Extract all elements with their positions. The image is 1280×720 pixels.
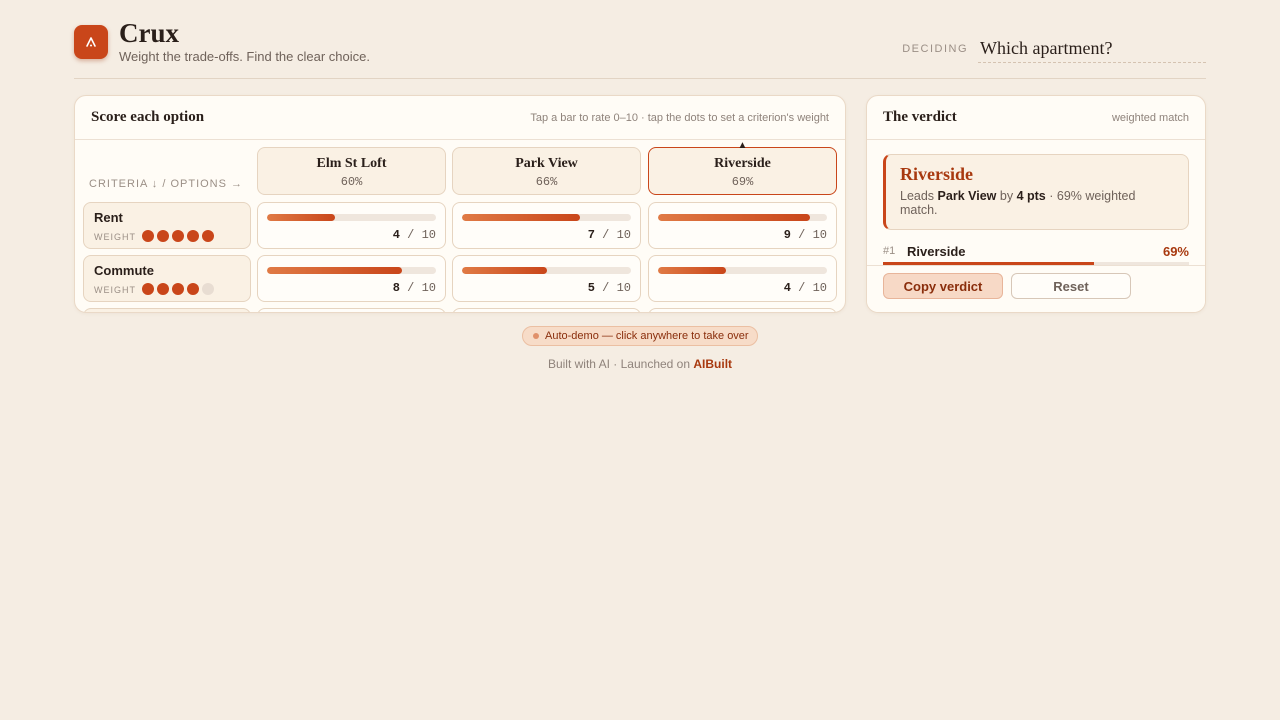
- criterion-name: Commute: [94, 263, 154, 278]
- verdict-panel-title: The verdict: [883, 109, 957, 125]
- weight-dot[interactable]: [157, 230, 169, 242]
- copy-verdict-button[interactable]: Copy verdict: [883, 273, 1003, 299]
- score-value: 4 / 10: [392, 228, 436, 242]
- score-bar-fill: [267, 214, 335, 221]
- score-panel: Score each option Tap a bar to rate 0–10…: [74, 95, 846, 313]
- auto-demo-text: Auto-demo — click anywhere to take over: [545, 330, 749, 342]
- score-panel-title: Score each option: [91, 109, 205, 125]
- score-bar-fill: [658, 214, 811, 221]
- option-name: Riverside: [714, 156, 771, 171]
- aibuilt-link[interactable]: AIBuilt: [693, 357, 732, 371]
- weight-dot[interactable]: [172, 283, 184, 295]
- rank-name: Riverside: [907, 244, 966, 259]
- option-header-park-view[interactable]: Park View 66%: [452, 147, 641, 195]
- score-bar[interactable]: [462, 214, 631, 221]
- app-title: Crux: [119, 18, 179, 48]
- score-bar-fill: [267, 267, 403, 274]
- weight-dot[interactable]: [142, 283, 154, 295]
- weight-dot[interactable]: [187, 283, 199, 295]
- option-name: Park View: [515, 156, 578, 171]
- score-cell-partial[interactable]: [452, 308, 641, 312]
- score-bar[interactable]: [658, 267, 827, 274]
- score-bar[interactable]: [462, 267, 631, 274]
- score-panel-header: Score each option Tap a bar to rate 0–10…: [75, 96, 845, 140]
- leader-marker-icon: ▲: [737, 140, 748, 151]
- score-value: 9 / 10: [783, 228, 827, 242]
- score-value: 8 / 10: [392, 281, 436, 295]
- axis-label: CRITERIA ↓ / OPTIONS →: [89, 178, 244, 190]
- verdict-panel-hint: weighted match: [1111, 112, 1189, 124]
- footer-text: Built with AI · Launched on: [547, 357, 691, 371]
- leader-margin: 4 pts: [1016, 189, 1046, 203]
- option-header-elm-st-loft[interactable]: Elm St Loft 60%: [257, 147, 446, 195]
- criterion-rent: Rent WEIGHT: [83, 202, 251, 249]
- option-pct: 60%: [340, 175, 363, 189]
- weight-dot[interactable]: [187, 230, 199, 242]
- score-value: 5 / 10: [587, 281, 631, 295]
- footer: Built with AI · Launched on AIBuilt: [0, 357, 1280, 371]
- score-bar[interactable]: [658, 214, 827, 221]
- weight-dots: [142, 283, 214, 295]
- rank-number: #1: [883, 245, 896, 257]
- runner-up-name: Park View: [937, 189, 997, 203]
- criterion-card-partial: [83, 308, 251, 312]
- score-cell[interactable]: 4 / 10: [257, 202, 446, 249]
- auto-demo-banner[interactable]: Auto-demo — click anywhere to take over: [522, 326, 758, 346]
- verdict-actions: Copy verdict Reset: [867, 265, 1205, 312]
- weight-dot[interactable]: [202, 230, 214, 242]
- question-input[interactable]: [978, 35, 1206, 63]
- score-bar-fill: [658, 267, 726, 274]
- weight-label: WEIGHT: [94, 232, 136, 242]
- score-value: 7 / 10: [587, 228, 631, 242]
- reset-button[interactable]: Reset: [1011, 273, 1131, 299]
- leader-description: Leads Park View by 4 pts · 69% weighted …: [900, 189, 1170, 217]
- option-pct: 69%: [731, 175, 754, 189]
- weight-dot[interactable]: [202, 283, 214, 295]
- option-name: Elm St Loft: [316, 156, 387, 171]
- app-tagline: Weight the trade-offs. Find the clear ch…: [119, 49, 370, 64]
- score-cell-partial[interactable]: [648, 308, 837, 312]
- option-header-riverside[interactable]: ▲ Riverside 69%: [648, 141, 837, 195]
- score-cell[interactable]: 7 / 10: [452, 202, 641, 249]
- leader-card: Riverside Leads Park View by 4 pts · 69%…: [883, 154, 1189, 230]
- score-bar-fill: [462, 267, 547, 274]
- score-bar[interactable]: [267, 267, 436, 274]
- rank-pct: 69%: [1162, 244, 1189, 259]
- weight-dots: [142, 230, 214, 242]
- weight-dot[interactable]: [157, 283, 169, 295]
- score-value: 4 / 10: [783, 281, 827, 295]
- score-bar[interactable]: [267, 214, 436, 221]
- criterion-commute: Commute WEIGHT: [83, 255, 251, 302]
- verdict-panel: The verdict weighted match Riverside Lea…: [866, 95, 1206, 313]
- score-cell[interactable]: 9 / 10: [648, 202, 837, 249]
- score-panel-hint: Tap a bar to rate 0–10 · tap the dots to…: [530, 112, 829, 124]
- weight-label: WEIGHT: [94, 285, 136, 295]
- status-dot-icon: [533, 333, 539, 339]
- leader-desc-by: by: [999, 189, 1014, 203]
- weight-dot[interactable]: [142, 230, 154, 242]
- score-cell-partial[interactable]: [257, 308, 446, 312]
- criterion-name: Rent: [94, 210, 123, 225]
- score-cell[interactable]: 5 / 10: [452, 255, 641, 302]
- leader-desc-prefix: Leads: [900, 189, 935, 203]
- crux-logo-icon: [86, 37, 96, 47]
- score-cell[interactable]: 4 / 10: [648, 255, 837, 302]
- option-pct: 66%: [535, 175, 558, 189]
- verdict-panel-header: The verdict weighted match: [867, 96, 1205, 140]
- score-cell[interactable]: 8 / 10: [257, 255, 446, 302]
- weight-dot[interactable]: [172, 230, 184, 242]
- score-bar-fill: [462, 214, 581, 221]
- leader-name: Riverside: [900, 164, 973, 184]
- app-header: Crux Weight the trade-offs. Find the cle…: [74, 18, 1206, 79]
- logo: [74, 25, 108, 59]
- deciding-label: DECIDING: [902, 43, 968, 55]
